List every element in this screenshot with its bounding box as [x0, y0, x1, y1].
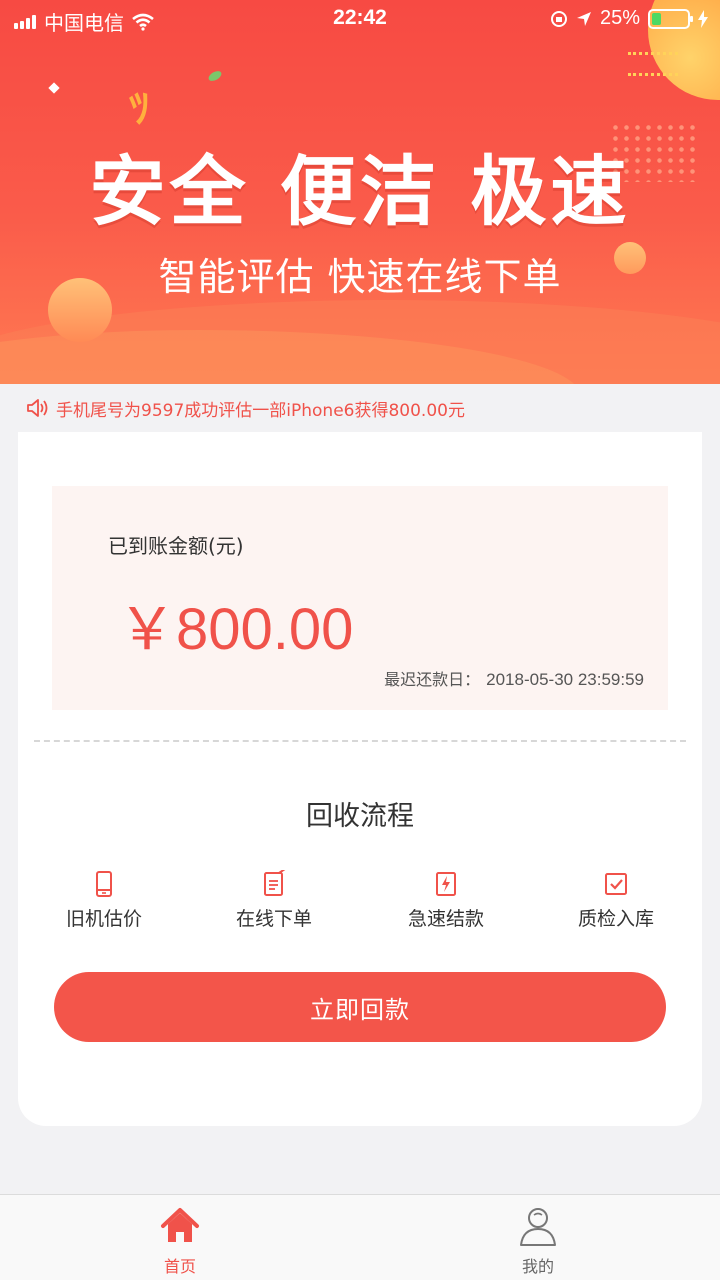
- tab-label: 首页: [163, 1257, 196, 1276]
- step-label: 在线下单: [235, 908, 312, 930]
- user-icon: [520, 1208, 556, 1246]
- step-label: 急速结款: [407, 908, 484, 930]
- banner-diamond-decoration: [48, 82, 60, 94]
- amount-panel: 已到账金额(元) ￥800.00 最迟还款日： 2018-05-30 23:59:…: [52, 486, 668, 710]
- process-step: 在线下单: [194, 870, 354, 931]
- order-icon: [264, 870, 286, 896]
- banner-leaf-decoration: [206, 69, 224, 83]
- amount-value: ￥800.00: [118, 597, 354, 662]
- check-icon: [605, 873, 627, 895]
- status-bar: 中国电信 22:42 25%: [0, 0, 720, 40]
- notice-text: 手机尾号为9597成功评估一部iPhone6获得800.00元: [56, 400, 465, 421]
- phone-icon: [96, 871, 112, 897]
- hero-banner: ﾂ 中国电信 22:42 25% 安全 便洁 极速 智能评估 快速在线下单: [0, 0, 720, 384]
- speaker-icon: [27, 399, 48, 417]
- repay-now-button[interactable]: 立即回款: [54, 972, 666, 1042]
- banner-subline: 智能评估 快速在线下单: [158, 255, 562, 299]
- dashed-divider: [34, 740, 686, 742]
- process-title: 回收流程: [306, 801, 414, 832]
- process-step: 旧机估价: [24, 870, 184, 931]
- home-icon: [161, 1208, 199, 1242]
- due-date: 2018-05-30 23:59:59: [486, 670, 644, 689]
- battery-percent: 25%: [599, 7, 640, 29]
- process-step: 质检入库: [536, 870, 696, 931]
- banner-swirl-decoration: ﾂ: [126, 84, 155, 134]
- amount-label: 已到账金额(元): [108, 534, 244, 558]
- battery-icon: [648, 8, 693, 29]
- tab-home[interactable]: 首页: [120, 1205, 240, 1277]
- location-icon: [576, 11, 591, 26]
- banner-headline: 安全 便洁 极速: [89, 147, 631, 236]
- orientation-lock-icon: [550, 10, 567, 27]
- process-step: 急速结款: [366, 870, 526, 931]
- tab-label: 我的: [521, 1257, 554, 1276]
- step-label: 质检入库: [577, 908, 654, 930]
- step-label: 旧机估价: [65, 908, 142, 930]
- charging-icon: [698, 9, 708, 28]
- due-date-row: 最迟还款日： 2018-05-30 23:59:59: [384, 666, 644, 690]
- lightning-icon: [436, 872, 456, 896]
- notice-bar: 手机尾号为9597成功评估一部iPhone6获得800.00元: [0, 384, 720, 432]
- main-card: 已到账金额(元) ￥800.00 最迟还款日： 2018-05-30 23:59:…: [18, 432, 702, 1126]
- process-steps: 旧机估价 在线下单 急速结款 质检入库: [18, 870, 702, 940]
- tab-mine[interactable]: 我的: [478, 1205, 598, 1277]
- due-label: 最迟还款日：: [384, 670, 481, 689]
- banner-zigzag-decoration: [628, 52, 678, 76]
- tab-bar: 首页 我的: [0, 1194, 720, 1280]
